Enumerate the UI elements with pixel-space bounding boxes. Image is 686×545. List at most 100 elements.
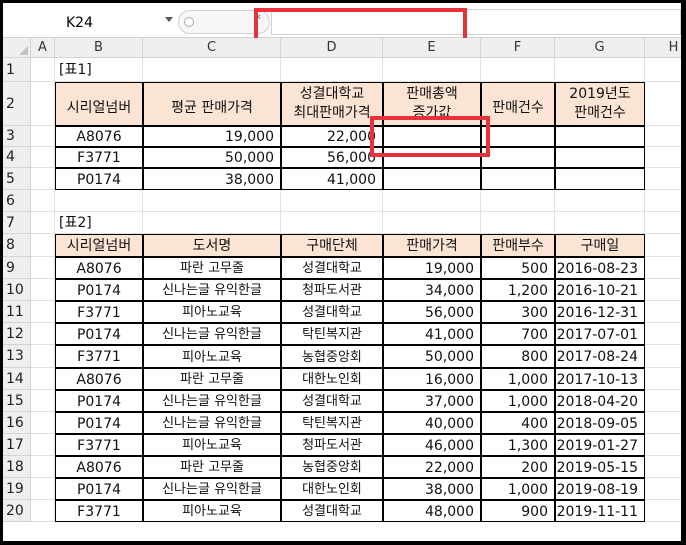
table1-cell[interactable]: 50,000 [143,147,281,168]
row-header-5[interactable]: 5 [3,168,31,190]
grid-cell[interactable] [481,190,555,212]
grid-cell[interactable] [645,301,681,323]
grid-cell[interactable] [645,368,681,390]
grid-cell[interactable] [383,190,481,212]
table2-cell[interactable]: 1,300 [481,434,555,456]
grid-cell[interactable] [383,212,481,234]
select-all-corner[interactable] [3,38,31,58]
table2-cell[interactable]: 피아노교육 [143,434,281,456]
grid-cell[interactable] [31,301,55,323]
row-header-15[interactable]: 15 [3,390,31,412]
grid-cell[interactable] [31,368,55,390]
table1-cell[interactable] [481,168,555,190]
grid-cell[interactable] [31,434,55,456]
row-header-1[interactable]: 1 [3,58,31,82]
grid-cell[interactable] [645,168,681,190]
grid-cell[interactable] [555,58,645,82]
table2-cell[interactable]: 파란 고무줄 [143,368,281,390]
grid-cell[interactable] [55,190,143,212]
grid-cell[interactable] [31,323,55,345]
grid-cell[interactable] [555,212,645,234]
table2-cell[interactable]: 2019-11-11 [555,500,645,522]
grid-cell[interactable] [143,58,281,82]
grid-cell[interactable] [645,82,681,126]
table2-cell[interactable]: 성결대학교 [281,390,383,412]
row-header-17[interactable]: 17 [3,434,31,456]
table2-cell[interactable]: 농협중앙회 [281,456,383,478]
grid-cell[interactable] [555,190,645,212]
table2-cell[interactable]: 22,000 [383,456,481,478]
grid-cell[interactable] [645,126,681,147]
table2-cell[interactable]: 500 [481,257,555,279]
table2-cell[interactable]: 48,000 [383,500,481,522]
row-header-8[interactable]: 8 [3,234,31,257]
grid-cell[interactable] [645,190,681,212]
table2-cell[interactable]: A8076 [55,368,143,390]
grid-cell[interactable] [281,58,383,82]
table2-cell[interactable]: P0174 [55,412,143,434]
table2-cell[interactable]: 피아노교육 [143,301,281,323]
row-header-18[interactable]: 18 [3,456,31,478]
table2-cell[interactable]: 2018-09-05 [555,412,645,434]
table2-cell[interactable]: 50,000 [383,345,481,368]
row-header-6[interactable]: 6 [3,190,31,212]
grid-cell[interactable] [645,434,681,456]
table2-cell[interactable]: P0174 [55,478,143,500]
table2-cell[interactable]: 38,000 [383,478,481,500]
grid-cell[interactable] [645,323,681,345]
table1-cell[interactable] [383,168,481,190]
table2-cell[interactable]: 피아노교육 [143,500,281,522]
table1-cell[interactable] [481,126,555,147]
table2-cell[interactable]: 1,200 [481,279,555,301]
table2-cell[interactable]: 2017-08-24 [555,345,645,368]
column-header-d[interactable]: D [281,38,383,58]
table2-cell[interactable]: 신나는글 유익한글 [143,279,281,301]
grid-cell[interactable] [31,126,55,147]
cancel-icon[interactable] [184,17,194,27]
table2-cell[interactable]: P0174 [55,390,143,412]
grid-cell[interactable] [645,257,681,279]
table2-cell[interactable]: 신나는글 유익한글 [143,323,281,345]
table2-cell[interactable]: 1,000 [481,390,555,412]
grid-cell[interactable] [645,412,681,434]
table2-cell[interactable]: 40,000 [383,412,481,434]
grid-cell[interactable] [143,212,281,234]
table2-cell[interactable]: 청파도서관 [281,279,383,301]
table1-cell[interactable]: 56,000 [281,147,383,168]
table2-cell[interactable]: 파란 고무줄 [143,456,281,478]
grid-cell[interactable] [31,257,55,279]
table2-cell[interactable]: 300 [481,301,555,323]
table2-cell[interactable]: 400 [481,412,555,434]
grid-cell[interactable] [31,478,55,500]
row-header-11[interactable]: 11 [3,301,31,323]
grid-cell[interactable] [31,82,55,126]
grid-cell[interactable] [645,58,681,82]
table1-cell[interactable]: F3771 [55,147,143,168]
grid-cell[interactable] [645,234,681,257]
row-header-16[interactable]: 16 [3,412,31,434]
grid-cell[interactable] [645,147,681,168]
table1-cell[interactable]: A8076 [55,126,143,147]
row-header-10[interactable]: 10 [3,279,31,301]
table1-cell[interactable]: 38,000 [143,168,281,190]
table2-cell[interactable]: F3771 [55,500,143,522]
table2-cell[interactable]: 800 [481,345,555,368]
table2-cell[interactable]: P0174 [55,279,143,301]
grid-cell[interactable] [645,390,681,412]
grid-cell[interactable] [31,168,55,190]
table2-cell[interactable]: 19,000 [383,257,481,279]
table2-cell[interactable]: 신나는글 유익한글 [143,412,281,434]
grid-cell[interactable] [281,212,383,234]
table2-cell[interactable]: 900 [481,500,555,522]
table2-cell[interactable]: 피아노교육 [143,345,281,368]
table2-cell[interactable]: 대한노인회 [281,368,383,390]
table2-cell[interactable]: 성결대학교 [281,500,383,522]
table2-cell[interactable]: 41,000 [383,323,481,345]
column-header-f[interactable]: F [481,38,555,58]
table2-cell[interactable]: 신나는글 유익한글 [143,390,281,412]
table2-cell[interactable]: 37,000 [383,390,481,412]
row-header-13[interactable]: 13 [3,345,31,368]
table2-cell[interactable]: 신나는글 유익한글 [143,478,281,500]
table2-cell[interactable]: 파란 고무줄 [143,257,281,279]
row-header-3[interactable]: 3 [3,126,31,147]
